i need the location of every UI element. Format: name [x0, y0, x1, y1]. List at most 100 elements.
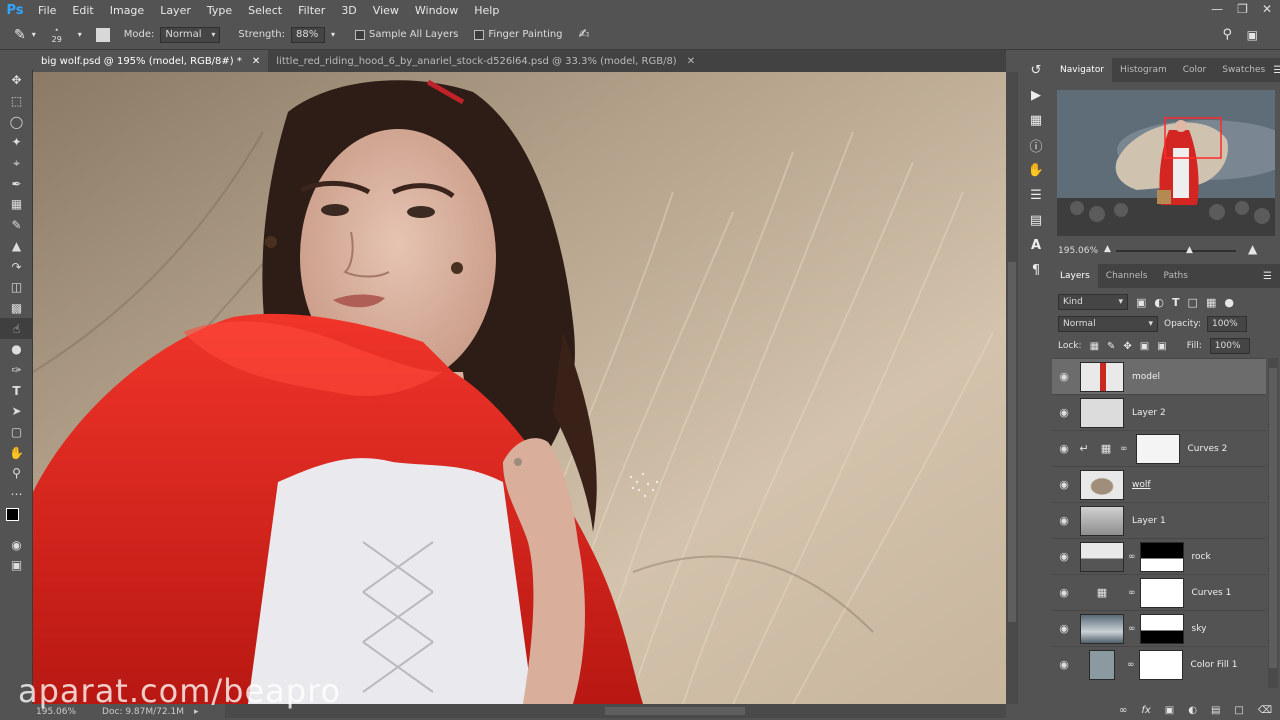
mode-select[interactable]: Normal ▾: [160, 26, 221, 43]
visibility-eye-icon[interactable]: ◉: [1052, 370, 1076, 383]
navigator-zoom[interactable]: 195.06%: [1058, 246, 1098, 256]
menu-type[interactable]: Type: [199, 4, 240, 17]
quick-mask-icon[interactable]: ◉: [0, 534, 33, 555]
layer-row-rock[interactable]: ◉ ∞ rock: [1052, 538, 1266, 574]
menu-window[interactable]: Window: [407, 4, 466, 17]
opacity-field[interactable]: 100%: [1207, 316, 1247, 332]
zoom-slider-thumb[interactable]: ▲: [1186, 245, 1193, 255]
menu-image[interactable]: Image: [102, 4, 152, 17]
menu-edit[interactable]: Edit: [64, 4, 101, 17]
restore-icon[interactable]: ❐: [1237, 2, 1248, 16]
blend-mode-select[interactable]: Normal ▾: [1058, 316, 1158, 332]
new-layer-icon[interactable]: □: [1234, 705, 1243, 716]
navigator-thumbnail[interactable]: [1057, 90, 1275, 236]
history-icon[interactable]: ↺: [1022, 58, 1050, 83]
visibility-eye-icon[interactable]: ◉: [1052, 622, 1076, 635]
menu-select[interactable]: Select: [240, 4, 290, 17]
menu-help[interactable]: Help: [466, 4, 507, 17]
visibility-eye-icon[interactable]: ◉: [1052, 406, 1076, 419]
fx-icon[interactable]: fx: [1141, 705, 1150, 716]
shape-filter-icon[interactable]: □: [1188, 296, 1198, 309]
type-filter-icon[interactable]: T: [1172, 296, 1180, 309]
adjustments-icon[interactable]: ☰: [1022, 183, 1050, 208]
layer-row-sky[interactable]: ◉ ∞ sky: [1052, 610, 1266, 646]
layer-row-curves-1[interactable]: ◉ ▦ ∞ Curves 1: [1052, 574, 1266, 610]
minimize-icon[interactable]: —: [1211, 2, 1223, 16]
menu-file[interactable]: File: [30, 4, 64, 17]
move-tool-icon[interactable]: ✥: [0, 70, 33, 91]
layer-mask-thumbnail[interactable]: [1135, 433, 1180, 464]
vertical-scroll-thumb[interactable]: [1008, 262, 1016, 622]
zoom-tool-icon[interactable]: ⚲: [0, 463, 33, 484]
layer-mask-thumbnail[interactable]: [1139, 613, 1184, 644]
clone-stamp-tool-icon[interactable]: ▲: [0, 236, 33, 257]
chevron-down-icon[interactable]: ▾: [32, 30, 36, 39]
filter-kind-select[interactable]: Kind ▾: [1058, 294, 1128, 310]
visibility-eye-icon[interactable]: ◉: [1052, 550, 1076, 563]
libraries-icon[interactable]: ▤: [1022, 208, 1050, 233]
tab-layers[interactable]: Layers: [1052, 264, 1098, 288]
vertical-scrollbar[interactable]: [1006, 72, 1018, 704]
quick-select-tool-icon[interactable]: ✦: [0, 132, 33, 153]
history-brush-tool-icon[interactable]: ↷: [0, 256, 33, 277]
search-icon[interactable]: ⚲: [1222, 27, 1232, 42]
visibility-eye-icon[interactable]: ◉: [1052, 658, 1076, 671]
screen-mode-icon[interactable]: ▣: [0, 555, 33, 576]
eyedropper-tool-icon[interactable]: ✒: [0, 173, 33, 194]
layer-mask-thumbnail[interactable]: [1139, 577, 1184, 608]
path-select-tool-icon[interactable]: ➤: [0, 401, 33, 422]
lock-transparent-icon[interactable]: ▦: [1090, 341, 1099, 352]
layers-scrollbar[interactable]: [1268, 358, 1278, 688]
paragraph-icon[interactable]: ¶: [1022, 258, 1050, 283]
brush-preset-picker[interactable]: • 29: [42, 26, 72, 44]
layer-row-layer-1[interactable]: ◉ Layer 1: [1052, 502, 1266, 538]
tab-swatches[interactable]: Swatches: [1214, 58, 1273, 82]
foreground-color-swatch[interactable]: [6, 508, 19, 522]
brush-tool-icon[interactable]: ✎: [0, 215, 33, 236]
layer-row-color-fill-1[interactable]: ◉ ∞ Color Fill 1: [1052, 646, 1266, 682]
zoom-out-icon[interactable]: ▲: [1104, 244, 1111, 254]
healing-brush-tool-icon[interactable]: ▦: [0, 194, 33, 215]
link-layers-icon[interactable]: ∞: [1119, 705, 1127, 716]
layer-mask-thumbnail[interactable]: [1139, 541, 1184, 572]
tab-big-wolf[interactable]: big wolf.psd @ 195% (model, RGB/8#) * ✕: [33, 50, 269, 72]
close-icon[interactable]: ✕: [1262, 2, 1272, 16]
smudge-tool-icon[interactable]: ✎: [14, 27, 26, 43]
smudge-tool-icon[interactable]: ☝: [0, 318, 33, 339]
lock-position-icon[interactable]: ✥: [1123, 341, 1131, 352]
lasso-tool-icon[interactable]: ◯: [0, 111, 33, 132]
finger-painting-checkbox[interactable]: Finger Painting: [474, 29, 563, 40]
character-icon[interactable]: A: [1022, 233, 1050, 258]
close-icon[interactable]: ✕: [252, 56, 260, 67]
trash-icon[interactable]: ⌫: [1258, 705, 1272, 716]
eraser-tool-icon[interactable]: ◫: [0, 277, 33, 298]
new-group-icon[interactable]: ▤: [1211, 705, 1220, 716]
visibility-eye-icon[interactable]: ◉: [1052, 442, 1076, 455]
close-icon[interactable]: ✕: [687, 56, 695, 67]
lock-all-icon[interactable]: ▣: [1157, 341, 1166, 352]
visibility-eye-icon[interactable]: ◉: [1052, 514, 1076, 527]
tab-navigator[interactable]: Navigator: [1052, 58, 1113, 82]
layer-row-layer-2[interactable]: ◉ Layer 2: [1052, 394, 1266, 430]
tab-paths[interactable]: Paths: [1155, 264, 1195, 288]
menu-3d[interactable]: 3D: [333, 4, 364, 17]
strength-field[interactable]: 88%: [291, 26, 326, 43]
properties-icon[interactable]: ▦: [1022, 108, 1050, 133]
panel-menu-icon[interactable]: ☰: [1263, 271, 1272, 282]
smart-object-filter-icon[interactable]: ▦: [1206, 296, 1216, 309]
document-canvas[interactable]: [33, 72, 1006, 704]
filter-toggle-icon[interactable]: ●: [1224, 296, 1234, 309]
tool-presets-icon[interactable]: ✋: [1022, 158, 1050, 183]
chevron-down-icon[interactable]: ▾: [331, 30, 335, 39]
visibility-eye-icon[interactable]: ◉: [1052, 586, 1076, 599]
brush-panel-icon[interactable]: [95, 27, 110, 42]
lock-image-icon[interactable]: ✎: [1107, 341, 1115, 352]
visibility-eye-icon[interactable]: ◉: [1052, 478, 1076, 491]
gradient-tool-icon[interactable]: ▩: [0, 298, 33, 319]
chevron-down-icon[interactable]: ▾: [78, 30, 82, 39]
adjustment-filter-icon[interactable]: ◐: [1154, 296, 1164, 309]
marquee-tool-icon[interactable]: ⬚: [0, 91, 33, 112]
crop-tool-icon[interactable]: ⌖: [0, 153, 33, 174]
dodge-tool-icon[interactable]: ●: [0, 339, 33, 360]
type-tool-icon[interactable]: T: [0, 380, 33, 401]
